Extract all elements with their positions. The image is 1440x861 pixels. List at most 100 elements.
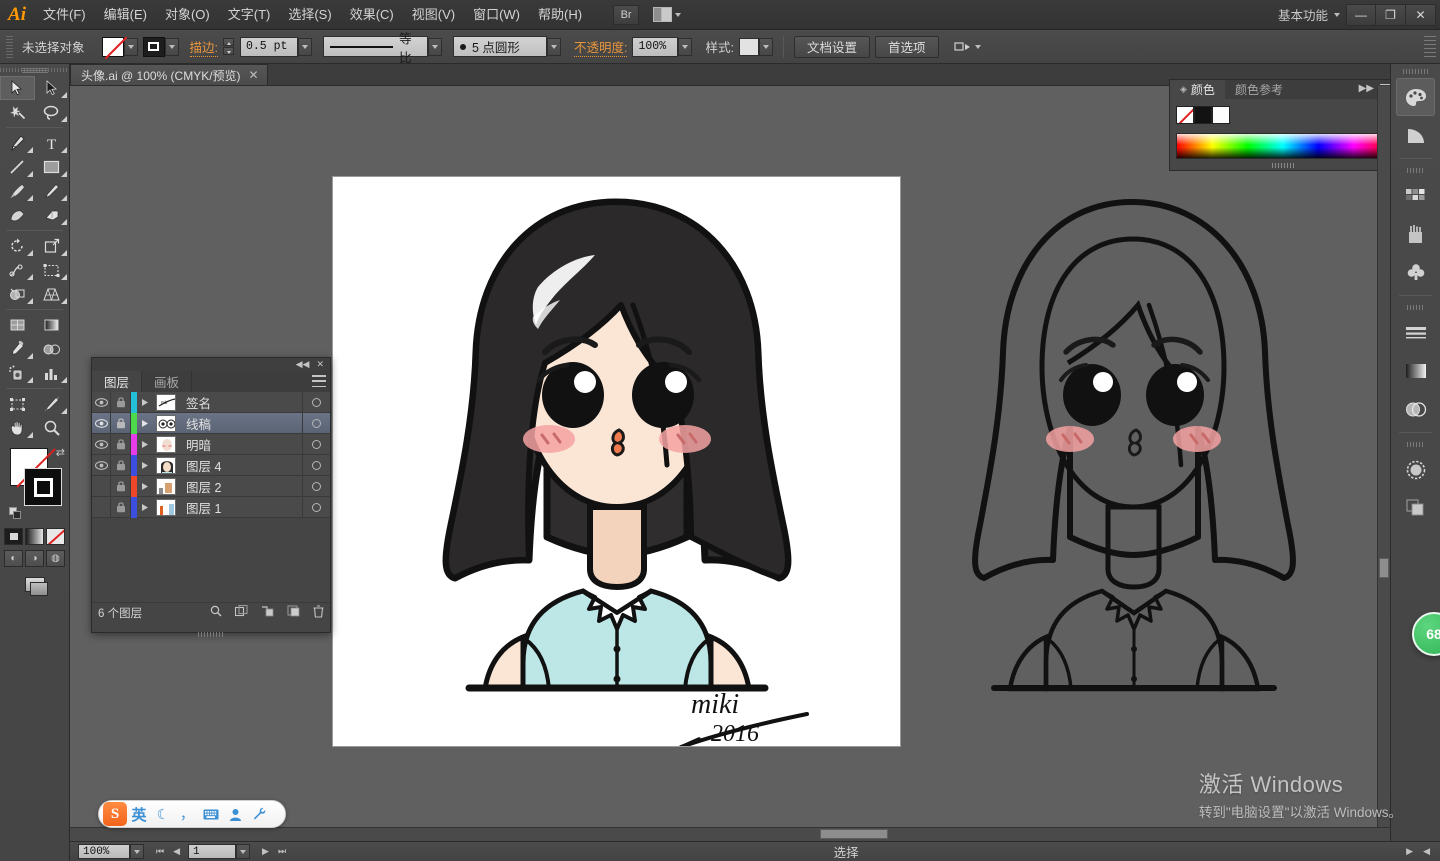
hand-tool[interactable] (0, 416, 35, 440)
graphic-styles-panel-icon[interactable] (1391, 489, 1440, 527)
swatches-panel-icon[interactable] (1391, 177, 1440, 215)
pen-tool[interactable] (0, 131, 35, 155)
swap-fill-stroke-icon[interactable]: ⇄ (56, 446, 65, 459)
layer-name[interactable]: 图层 1 (179, 497, 302, 518)
bridge-button[interactable]: Br (613, 4, 640, 25)
control-bar-grip[interactable] (6, 35, 13, 58)
blob-brush-tool[interactable] (0, 203, 35, 227)
ime-toolbar[interactable]: S 英 ☾ ， (98, 800, 286, 828)
stroke-weight-dropdown-button[interactable] (298, 37, 312, 56)
gradient-button[interactable] (25, 528, 44, 545)
color-panel-resize-grip[interactable] (1272, 163, 1294, 168)
shape-builder-tool[interactable] (0, 282, 35, 306)
minimize-button[interactable]: — (1346, 3, 1376, 26)
table-row[interactable]: 线稿 (92, 412, 330, 434)
vertical-scrollbar[interactable] (1377, 86, 1390, 827)
layer-target-button[interactable] (302, 496, 330, 518)
width-tool[interactable] (0, 258, 35, 282)
control-bar-overflow[interactable] (1424, 36, 1436, 58)
selection-tool[interactable] (0, 76, 35, 100)
color-panel[interactable]: ◈ 颜色 颜色参考 ▶▶ (1169, 79, 1397, 171)
moon-icon[interactable]: ☾ (151, 800, 175, 828)
slice-tool[interactable] (35, 392, 70, 416)
create-new-sublayer-button[interactable] (261, 605, 274, 620)
color-button[interactable] (4, 528, 23, 545)
blend-tool[interactable] (35, 337, 70, 361)
menu-file[interactable]: 文件(F) (34, 0, 95, 30)
layer-expand-toggle[interactable] (137, 497, 153, 518)
none-swatch[interactable] (1176, 106, 1194, 124)
lasso-tool[interactable] (35, 100, 70, 124)
draw-inside-button[interactable]: ◍ (46, 550, 65, 567)
mesh-tool[interactable] (0, 313, 35, 337)
artboard-number-input[interactable]: 1 (188, 844, 237, 859)
locate-object-button[interactable] (210, 605, 222, 620)
stroke-profile-dropdown-button[interactable] (428, 37, 442, 56)
fill-color-control[interactable] (101, 36, 138, 57)
tools-panel-grip[interactable] (0, 64, 69, 76)
layer-visibility-toggle[interactable] (92, 475, 111, 497)
layer-target-button[interactable] (302, 412, 330, 434)
arrange-documents-button[interactable] (653, 7, 682, 22)
next-artboard-button[interactable]: ▶ (262, 846, 269, 857)
perspective-grid-tool[interactable] (35, 282, 70, 306)
menu-select[interactable]: 选择(S) (279, 0, 340, 30)
layer-visibility-toggle[interactable] (92, 392, 111, 413)
vertical-scrollbar-thumb[interactable] (1379, 558, 1389, 578)
menu-type[interactable]: 文字(T) (219, 0, 280, 30)
stroke-profile-preview[interactable]: 等比 (323, 32, 428, 65)
restore-button[interactable]: ❐ (1376, 3, 1406, 26)
sogou-logo-icon[interactable]: S (103, 802, 127, 826)
stroke-weight-input[interactable]: 0.5 pt (240, 36, 298, 57)
layer-target-button[interactable] (302, 475, 330, 497)
layers-panel-titlebar[interactable]: ◀◀ ✕ (92, 358, 330, 371)
close-icon[interactable]: ✕ (316, 359, 324, 370)
stroke-weight-control[interactable]: 0.5 pt (240, 36, 312, 57)
eyedropper-tool[interactable] (0, 337, 35, 361)
dock-group-grip[interactable] (1391, 163, 1440, 177)
pencil-tool[interactable] (35, 179, 70, 203)
zoom-level-input[interactable]: 100% (78, 844, 130, 859)
layer-expand-toggle[interactable] (137, 476, 153, 497)
layer-lock-toggle[interactable] (111, 496, 131, 518)
symbol-sprayer-tool[interactable] (0, 361, 35, 385)
punctuation-icon[interactable]: ， (175, 800, 199, 828)
gradient-tool[interactable] (35, 313, 70, 337)
brush-definition-dropdown-button[interactable] (547, 37, 561, 56)
scale-tool[interactable] (35, 234, 70, 258)
horizontal-scrollbar-thumb[interactable] (820, 829, 888, 839)
default-fill-stroke-icon[interactable] (9, 507, 22, 520)
align-to-control[interactable] (953, 40, 981, 54)
stroke-weight-stepper[interactable] (223, 38, 234, 55)
layer-visibility-toggle[interactable] (92, 412, 111, 434)
keyboard-icon[interactable] (199, 800, 223, 828)
layer-lock-toggle[interactable] (111, 433, 131, 455)
stroke-weight-label[interactable]: 描边: (189, 37, 218, 57)
layer-target-button[interactable] (302, 433, 330, 455)
layer-target-button[interactable] (302, 392, 330, 413)
color-spectrum-bar[interactable] (1176, 133, 1390, 159)
layer-visibility-toggle[interactable] (92, 454, 111, 476)
menu-edit[interactable]: 编辑(E) (95, 0, 156, 30)
stroke-indicator[interactable] (24, 468, 62, 506)
opacity-input[interactable]: 100% (632, 36, 679, 57)
panel-menu-icon[interactable] (312, 375, 326, 387)
screen-mode-button[interactable] (0, 577, 69, 596)
status-text[interactable]: 选择 (286, 842, 1406, 861)
graphic-style-control[interactable] (738, 37, 773, 56)
dock-group-grip[interactable] (1391, 437, 1440, 451)
tab-artboards[interactable]: 画板 (142, 371, 193, 392)
direct-selection-tool[interactable] (35, 76, 70, 100)
brush-definition-control[interactable]: 5 点圆形 (453, 36, 561, 57)
transparency-panel-icon[interactable] (1391, 390, 1440, 428)
stroke-dropdown-button[interactable] (164, 37, 179, 56)
table-row[interactable]: mk 签名 (92, 392, 330, 413)
layer-expand-toggle[interactable] (137, 413, 153, 434)
layer-lock-toggle[interactable] (111, 475, 131, 497)
tab-layers[interactable]: 图层 (92, 371, 143, 392)
stroke-panel-icon[interactable] (1391, 314, 1440, 352)
layer-visibility-toggle[interactable] (92, 496, 111, 518)
layer-expand-toggle[interactable] (137, 392, 153, 413)
appearance-panel-icon[interactable] (1391, 451, 1440, 489)
magic-wand-tool[interactable] (0, 100, 35, 124)
